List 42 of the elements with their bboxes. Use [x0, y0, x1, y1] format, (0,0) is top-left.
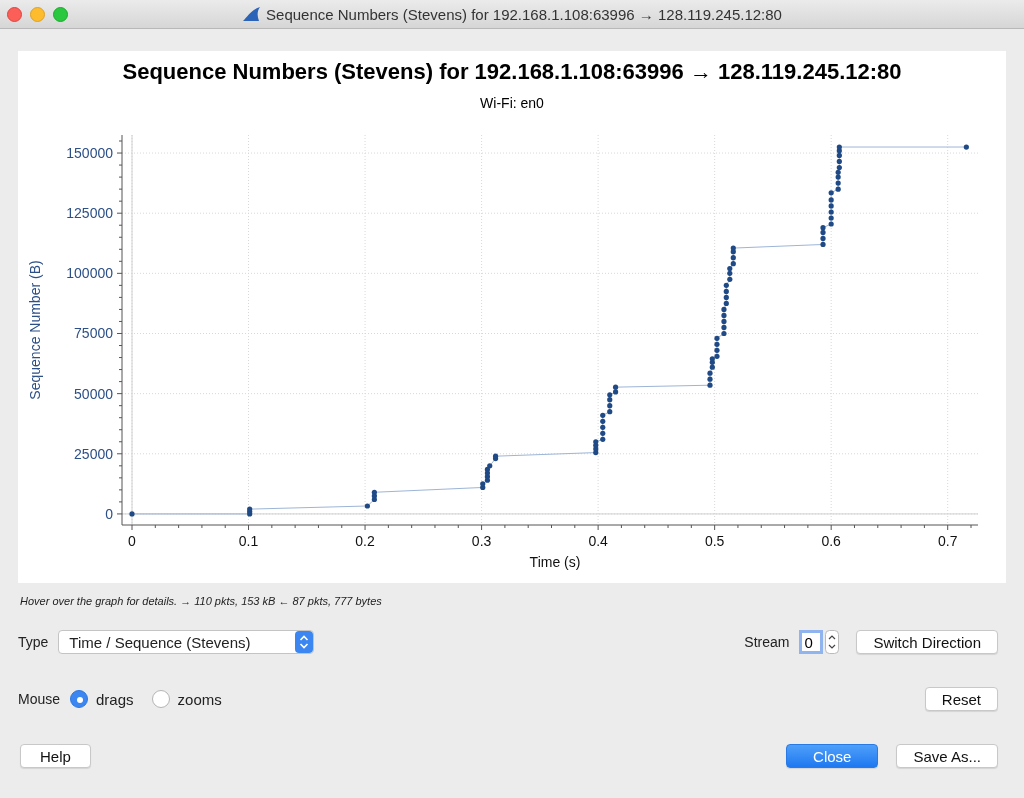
axis-tick-label: 0 [128, 533, 136, 549]
axis-tick-label: 0.6 [821, 533, 841, 549]
axis-tick-label: 0.1 [238, 533, 259, 549]
help-button[interactable]: Help [20, 744, 91, 768]
hint-text: Hover over the graph for details. → 110 pkts, 153 kB ← 87 pkts, 777 bytes [20, 595, 383, 607]
radio-button[interactable] [151, 690, 170, 708]
reset-button[interactable]: Reset [924, 687, 998, 711]
axis-tick-label: 0 [105, 505, 113, 522]
axis-tick-label: 50000 [74, 385, 113, 402]
axis-tick-label: 0.5 [704, 533, 725, 549]
type-label: Type [18, 634, 49, 650]
axis-tick-label: 100000 [66, 265, 113, 282]
radio-label[interactable]: zooms [177, 690, 222, 708]
axis-tick-label: 150000 [66, 145, 113, 162]
axis-tick-label: 75000 [74, 325, 113, 342]
chevrons-icon [295, 631, 314, 653]
axis-tick-label: 0.3 [471, 533, 492, 549]
mouse-label: Mouse [18, 691, 61, 707]
stream-label: Stream [744, 634, 790, 650]
axis-title: Time (s) [529, 554, 581, 570]
type-dropdown[interactable]: Time / Sequence (Stevens) [58, 630, 315, 654]
stream-field[interactable]: 0 [799, 630, 824, 654]
switch-direction-button[interactable]: Switch Direction [856, 630, 998, 654]
axis-tick-label: 0.4 [588, 533, 608, 549]
minimize-window-icon[interactable] [30, 6, 45, 22]
zoom-window-icon[interactable] [53, 6, 68, 22]
chart-title: Sequence Numbers (Stevens) for 192.168.1.108:63996 → 128.119.245.12:80 [121, 59, 903, 85]
fin-icon [242, 6, 263, 22]
radio-label[interactable]: drags [96, 690, 134, 708]
data-point [129, 511, 135, 517]
save-as-button[interactable]: Save As... [896, 744, 998, 768]
axis-tick-label: 125000 [66, 205, 113, 222]
axis-tick-label: 0.2 [355, 533, 375, 549]
data-point [963, 144, 969, 150]
axis-title: Sequence Number (B) [27, 260, 43, 400]
stepper-icon[interactable] [825, 630, 840, 654]
radio-button[interactable] [70, 690, 89, 708]
chart-subtitle: Wi-Fi: en0 [479, 95, 545, 113]
axis-tick-label: 25000 [74, 445, 113, 462]
window-title: Sequence Numbers (Stevens) for 192.168.1.108:63996 → 128.119.245.12:80 [266, 5, 782, 23]
axis-tick-label: 0.7 [937, 533, 958, 549]
close-window-icon[interactable] [7, 6, 22, 22]
